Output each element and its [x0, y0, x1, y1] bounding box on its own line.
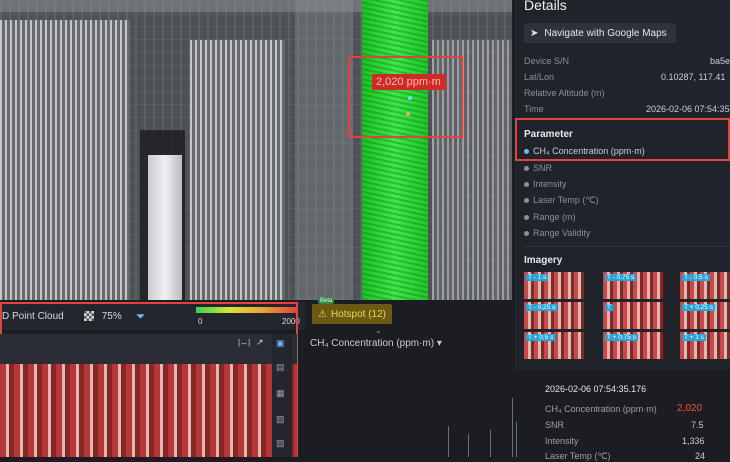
- imagery-thumb[interactable]: T + 0.5 s: [524, 332, 584, 359]
- chart-bar: [490, 430, 491, 457]
- chart-bar: [448, 426, 449, 457]
- hotspot-highlight-box[interactable]: [348, 56, 463, 138]
- imagery-thumb[interactable]: T + 0.25 s: [680, 302, 730, 329]
- sensor-position-marker[interactable]: [408, 96, 412, 100]
- parameter-title: Parameter: [524, 129, 573, 140]
- parameter-item[interactable]: CH₄ Concentration (ppm·m): [524, 146, 645, 156]
- table-tool-icon[interactable]: ▦: [276, 388, 285, 399]
- hotspot-button[interactable]: ⚠ Hotspot (12): [312, 304, 392, 324]
- thumb-time-label: T - 0.75 s: [605, 274, 637, 281]
- side-tool-bar: ▣ ▤ ▦ ▧ ▨: [272, 334, 292, 457]
- reading-value-snr: 7.5: [691, 420, 704, 430]
- divider: [524, 246, 730, 247]
- imagery-thumb[interactable]: T - 1 s: [524, 272, 584, 299]
- map-road: [295, 0, 353, 300]
- parameter-dot-icon: [524, 198, 529, 203]
- imagery-thumb[interactable]: T - 0.75 s: [603, 272, 663, 299]
- parameter-item[interactable]: Range Validity: [524, 228, 590, 238]
- parameter-dot-icon: [524, 165, 529, 171]
- map-building: [148, 155, 182, 300]
- reading-label: SNR: [545, 420, 565, 430]
- video-preview[interactable]: |↔| ↗: [0, 334, 297, 457]
- chart-bar: [468, 434, 469, 457]
- imagery-thumb[interactable]: T - 0.5 s: [680, 272, 730, 299]
- chart-bar: [516, 422, 517, 457]
- map-facility: [190, 40, 285, 300]
- parameter-item-label: SNR: [533, 163, 553, 173]
- satellite-map[interactable]: 2,020 ppm·m: [0, 0, 512, 300]
- chart-metric-selector[interactable]: CH₄ Concentration (ppm·m) ▾: [310, 338, 442, 349]
- hotspot-marker[interactable]: [406, 112, 410, 116]
- reading-label: Intensity: [545, 436, 579, 446]
- navigate-google-maps-button[interactable]: ➤ Navigate with Google Maps: [524, 23, 676, 43]
- thumb-time-label: T - 1 s: [526, 274, 549, 281]
- relative-altitude-row: Relative Altitude (m): [524, 88, 605, 98]
- hotspot-button-label: Hotspot (12): [330, 308, 386, 320]
- latlon-label: Lat/Lon: [524, 72, 555, 82]
- device-sn-label: Device S/N: [524, 56, 570, 66]
- thumb-time-label: T - 0.25 s: [526, 304, 558, 311]
- latlon-value: 0.10287, 117.41: [661, 72, 726, 82]
- fit-icon[interactable]: |↔|: [238, 338, 250, 347]
- imagery-thumb[interactable]: T + 0.75 s: [603, 332, 663, 359]
- device-sn-value: ba5e: [710, 56, 730, 66]
- thumb-time-label: T + 1 s: [682, 334, 706, 341]
- time-label: Time: [524, 104, 544, 114]
- reading-label: CH₄ Concentration (ppm·m): [545, 404, 657, 414]
- latlon-row: Lat/Lon: [524, 72, 554, 82]
- reading-value-laser-temp: 24: [695, 451, 706, 461]
- extra-tool-icon[interactable]: ▨: [276, 438, 285, 449]
- parameter-item[interactable]: SNR: [524, 163, 552, 173]
- parameter-item[interactable]: Laser Temp (℃): [524, 195, 598, 206]
- parameter-item[interactable]: Range (m): [524, 212, 576, 222]
- parameter-item-label: Range (m): [533, 212, 576, 222]
- parameter-dot-icon: [524, 214, 529, 220]
- parameter-dot-icon: [524, 230, 529, 236]
- imagery-thumb[interactable]: T: [603, 302, 663, 329]
- navigate-icon: ➤: [530, 27, 539, 39]
- thumb-time-label: T - 0.5 s: [682, 274, 710, 281]
- report-tool-icon[interactable]: ▧: [276, 414, 285, 425]
- image-tool-icon[interactable]: ▣: [276, 338, 285, 349]
- imagery-thumb[interactable]: T + 1 s: [680, 332, 730, 359]
- parameter-dot-icon: [524, 148, 529, 154]
- imagery-thumb[interactable]: T - 0.25 s: [524, 302, 584, 329]
- parameter-item-label: Laser Temp (℃): [533, 195, 599, 205]
- hotspot-value-label: 2,020 ppm·m: [372, 74, 445, 90]
- parameter-item[interactable]: Intensity: [524, 179, 567, 189]
- relative-altitude-label: Relative Altitude (m): [524, 88, 605, 98]
- thumb-time-label: T: [605, 304, 613, 311]
- hotspot-icon: ⚠: [318, 308, 327, 320]
- reading-timestamp: 2026-02-06 07:54:35.176: [545, 384, 647, 394]
- details-title: Details: [524, 0, 567, 13]
- reading-value-ch4: 2,020: [677, 403, 703, 414]
- expand-icon[interactable]: ↗: [256, 337, 264, 348]
- layers-tool-icon[interactable]: ▤: [276, 362, 285, 373]
- parameter-item-label: Range Validity: [533, 228, 591, 238]
- map-facility: [0, 20, 130, 300]
- parameter-dot-icon: [524, 181, 529, 187]
- thermal-video-frame: [0, 364, 297, 457]
- imagery-title: Imagery: [524, 255, 563, 266]
- methane-plume: [362, 0, 428, 300]
- device-sn-row: Device S/N: [524, 56, 569, 66]
- thumb-time-label: T + 0.25 s: [682, 304, 715, 311]
- thumb-time-label: T + 0.75 s: [605, 334, 638, 341]
- parameter-item-label: CH₄ Concentration (ppm·m): [533, 146, 645, 156]
- time-value: 2026-02-06 07:54:35: [646, 104, 730, 114]
- navigate-button-label: Navigate with Google Maps: [544, 27, 667, 39]
- reading-value-intensity: 1,336: [682, 436, 705, 446]
- concentration-chart-panel: CH₄ Concentration (ppm·m) ▾: [300, 334, 520, 457]
- time-row: Time: [524, 104, 544, 114]
- chart-bar: [512, 398, 513, 457]
- parameter-item-label: Intensity: [533, 179, 567, 189]
- thumb-time-label: T + 0.5 s: [526, 334, 556, 341]
- map-road: [0, 0, 512, 12]
